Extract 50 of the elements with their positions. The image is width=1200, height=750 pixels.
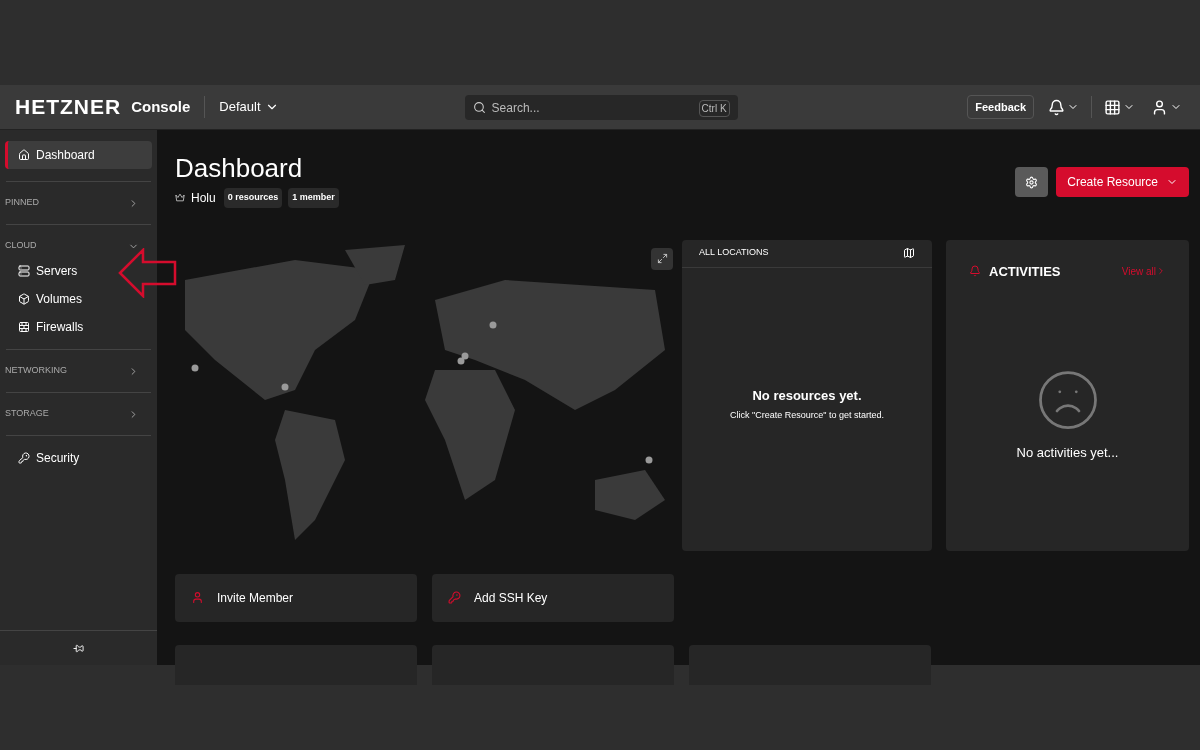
grid-icon xyxy=(1104,98,1121,116)
sidebar-item[interactable]: Volumes xyxy=(5,285,152,313)
sidebar-item[interactable]: Dashboard xyxy=(5,141,152,169)
project-name: Holu xyxy=(191,189,216,207)
create-resource-button[interactable]: Create Resource xyxy=(1056,167,1189,197)
logo: HETZNER xyxy=(15,94,122,121)
sidebar-section[interactable]: STORAGE xyxy=(5,393,152,435)
count-badge: 0 resources xyxy=(223,188,283,208)
card-title: ACTIVITIES xyxy=(989,262,1061,281)
pin-sidebar-button[interactable] xyxy=(73,642,84,654)
user-icon xyxy=(1151,98,1168,116)
map-icon xyxy=(903,247,915,259)
chevron-right-icon xyxy=(1156,266,1166,277)
product-name: Console xyxy=(131,96,191,117)
arrow-annotation xyxy=(118,248,178,298)
crown-icon xyxy=(175,193,185,203)
key-icon xyxy=(448,591,461,604)
expand-icon xyxy=(656,253,668,264)
sidebar-section[interactable]: CLOUD xyxy=(5,225,152,267)
home-icon xyxy=(18,149,30,161)
expand-button[interactable] xyxy=(651,247,673,270)
quick-action-button[interactable]: Invite Member xyxy=(175,573,417,622)
search-icon xyxy=(472,100,486,114)
brick-wall-icon xyxy=(18,321,30,333)
settings-icon xyxy=(1025,175,1039,189)
notifications-button[interactable] xyxy=(1048,98,1079,116)
key-icon xyxy=(18,452,30,464)
sidebar-section[interactable]: PINNED xyxy=(5,182,152,224)
shortcut-hint: Ctrl K xyxy=(698,99,730,117)
server-icon xyxy=(18,265,30,277)
bell-icon xyxy=(969,265,981,278)
quick-action-button[interactable]: Add SSH Key xyxy=(432,573,674,622)
feedback-button[interactable]: Feedback xyxy=(967,95,1034,119)
sidebar-item[interactable]: Firewalls xyxy=(5,313,152,341)
cube-icon xyxy=(18,293,30,305)
empty-text: Click "Create Resource" to get started. xyxy=(730,409,884,422)
project-dropdown[interactable]: Default xyxy=(219,97,279,117)
sidebar-item[interactable]: Security xyxy=(5,444,152,472)
user-icon xyxy=(191,591,204,604)
page-title: Dashboard xyxy=(175,152,304,184)
sidebar-section[interactable]: NETWORKING xyxy=(5,350,152,392)
apps-button[interactable] xyxy=(1104,98,1135,116)
pin-icon xyxy=(73,642,84,654)
empty-title: No resources yet. xyxy=(752,386,862,405)
account-button[interactable] xyxy=(1151,98,1182,116)
empty-text: No activities yet... xyxy=(1016,444,1119,462)
settings-button[interactable] xyxy=(1015,167,1049,197)
bell-icon xyxy=(1048,98,1065,116)
card-title: ALL LOCATIONS xyxy=(699,246,769,260)
count-badge: 1 member xyxy=(288,188,339,208)
